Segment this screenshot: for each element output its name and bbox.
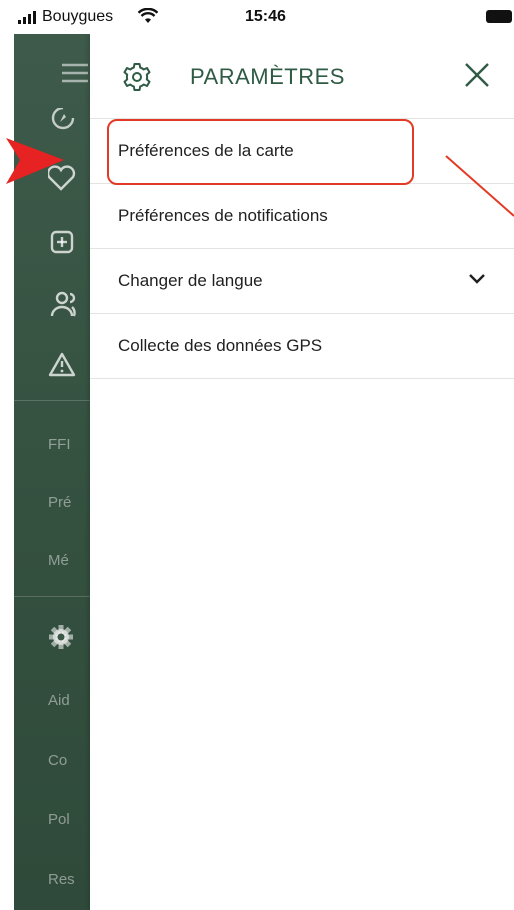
rail-item-text[interactable]: Co bbox=[48, 752, 67, 769]
settings-gear-icon bbox=[123, 63, 151, 91]
menu-item-label: Préférences de notifications bbox=[118, 206, 328, 225]
rail-divider bbox=[14, 400, 90, 401]
rail-item-text[interactable]: Aid bbox=[48, 692, 70, 709]
menu-item-label: Collecte des données GPS bbox=[118, 336, 323, 355]
cellular-signal-icon bbox=[18, 11, 36, 24]
carrier-name: Bouygues bbox=[42, 8, 114, 25]
wifi-icon bbox=[138, 8, 158, 23]
gear-icon[interactable] bbox=[48, 624, 78, 654]
close-icon[interactable] bbox=[462, 60, 492, 90]
drawer-header: PARAMÈTRES bbox=[90, 34, 514, 118]
add-square-icon[interactable] bbox=[48, 230, 78, 256]
menu-item-label: Préférences de la carte bbox=[118, 141, 294, 160]
red-line-annotation bbox=[445, 155, 514, 217]
menu-icon[interactable] bbox=[48, 62, 88, 84]
compass-icon[interactable] bbox=[48, 108, 78, 132]
status-time: 15:46 bbox=[245, 8, 286, 25]
battery-icon bbox=[486, 10, 512, 23]
chevron-down-icon bbox=[469, 274, 485, 284]
menu-item-label: Changer de langue bbox=[118, 271, 263, 290]
menu-item-gps-data-collection[interactable]: Collecte des données GPS bbox=[90, 313, 514, 379]
page-title: PARAMÈTRES bbox=[190, 64, 345, 89]
rail-item-text[interactable]: Pré bbox=[48, 494, 71, 511]
menu-item-change-language[interactable]: Changer de langue bbox=[90, 248, 514, 313]
red-arrow-annotation bbox=[6, 138, 64, 184]
users-icon[interactable] bbox=[48, 290, 82, 318]
warning-icon[interactable] bbox=[48, 352, 80, 378]
rail-item-text[interactable]: Mé bbox=[48, 552, 69, 569]
rail-divider bbox=[14, 596, 90, 597]
rail-item-text[interactable]: FFI bbox=[48, 436, 71, 453]
rail-item-text[interactable]: Res bbox=[48, 871, 75, 888]
status-bar: Bouygues 15:46 bbox=[0, 0, 514, 34]
rail-item-text[interactable]: Pol bbox=[48, 811, 70, 828]
